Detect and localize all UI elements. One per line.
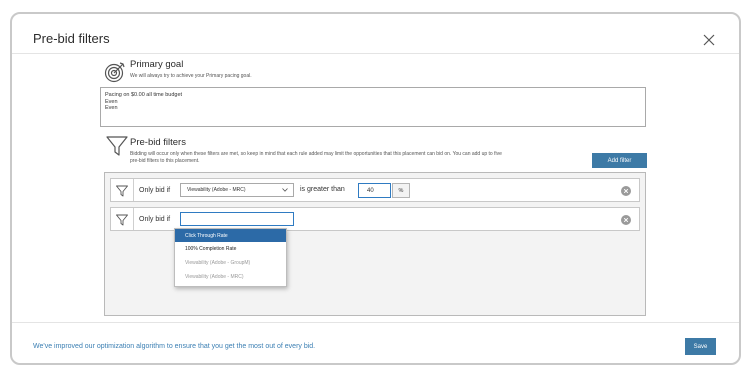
rule-divider [133, 179, 134, 201]
close-icon[interactable] [703, 34, 715, 46]
metric-select-value: Viewability (Adobe - MRC) [187, 187, 246, 193]
primary-goal-title: Primary goal [130, 59, 184, 70]
funnel-icon [116, 184, 128, 197]
prebid-description-line: pre-bid filters to this placement. [130, 158, 200, 164]
funnel-icon [116, 213, 128, 226]
filter-rule-row: Only bid if Viewability (Adobe - MRC) is… [110, 178, 640, 202]
unit-label: % [392, 183, 410, 198]
remove-rule-icon[interactable] [621, 215, 631, 225]
funnel-icon [106, 135, 128, 157]
primary-goal-description: We will always try to achieve your Prima… [130, 73, 252, 79]
footer-message[interactable]: We've improved our optimization algorith… [33, 343, 315, 350]
metric-search-input[interactable] [180, 212, 294, 226]
dropdown-option[interactable]: Viewability (Adobe - GroupM) [175, 256, 286, 269]
prebid-filters-dialog: Pre-bid filters Primary goal We will alw… [10, 12, 741, 365]
rule-prefix-label: Only bid if [139, 187, 171, 194]
goal-line: Even [105, 105, 118, 111]
dialog-title: Pre-bid filters [33, 31, 110, 46]
prebid-section-title: Pre-bid filters [130, 137, 186, 148]
prebid-description-line: Bidding will occur only when these filte… [130, 151, 502, 157]
prebid-description: Bidding will occur only when these filte… [130, 151, 585, 165]
dropdown-option[interactable]: Viewability (Adobe - MRC) [175, 270, 286, 283]
dialog-header: Pre-bid filters [12, 14, 739, 54]
target-icon [104, 61, 126, 83]
add-filter-button[interactable]: Add filter [592, 153, 647, 168]
rule-prefix-label: Only bid if [139, 216, 171, 223]
primary-goal-box: Pacing on $0.00 all time budget Even Eve… [100, 87, 646, 127]
remove-rule-icon[interactable] [621, 186, 631, 196]
dropdown-option[interactable]: Click Through Rate [175, 229, 286, 242]
save-button[interactable]: Save [685, 338, 716, 355]
metric-dropdown: Click Through Rate 100% Completion Rate … [174, 228, 287, 287]
metric-select[interactable]: Viewability (Adobe - MRC) [180, 183, 294, 197]
dropdown-option[interactable]: 100% Completion Rate [175, 242, 286, 255]
rule-divider [133, 208, 134, 230]
dialog-footer: We've improved our optimization algorith… [12, 322, 739, 363]
threshold-input[interactable]: 40 [358, 183, 391, 198]
chevron-down-icon [282, 188, 288, 192]
operator-label: is greater than [300, 186, 345, 193]
